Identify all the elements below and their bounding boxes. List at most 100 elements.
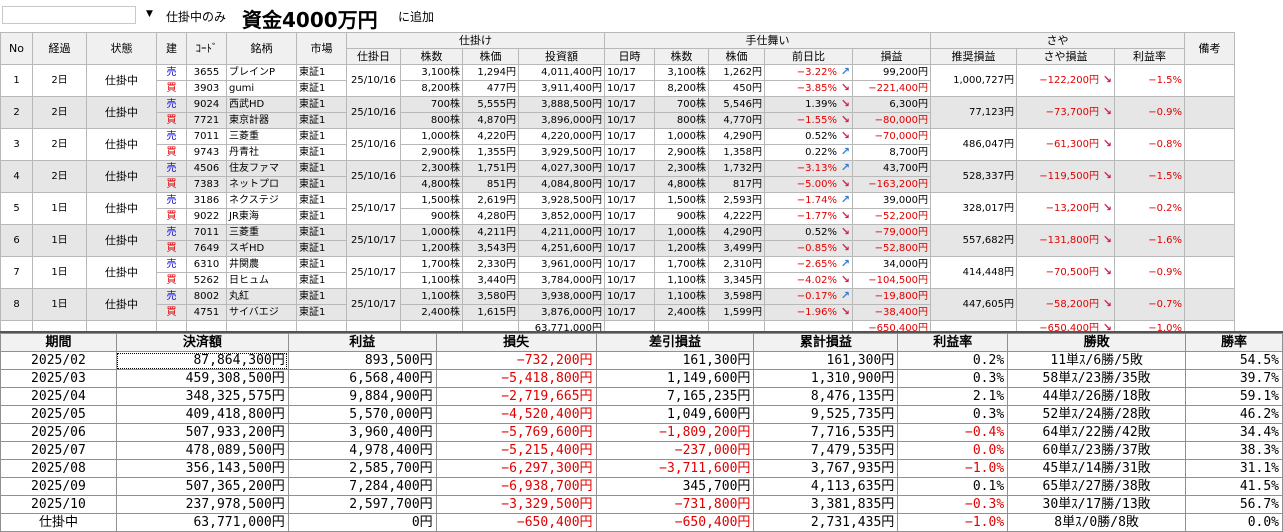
summary-settled: 507,933,200円 [115, 423, 289, 442]
row-entry-price: 1,294円 [462, 64, 519, 81]
summary-rate: −1.0% [897, 459, 1009, 478]
summary-col-win-rate[interactable]: 勝率 [1185, 333, 1283, 352]
row-notes[interactable] [1184, 160, 1235, 193]
summary-net: −237,000円 [595, 441, 755, 460]
summary-cumulative: 4,113,635円 [753, 477, 899, 496]
summary-row[interactable]: 2025/03 459,308,500円 6,568,400円 −5,418,800円… [0, 369, 1283, 388]
col-notes[interactable]: 備考 [1184, 32, 1235, 65]
table-row[interactable]: 4 2日 仕掛中売 4506 住友ファマ 東証1 25/10/16 2,300株 1,751円 4… [0, 160, 1235, 193]
summary-loss: −4,520,400円 [435, 405, 597, 424]
col-exit-date[interactable]: 日時 [604, 48, 655, 65]
col-profit-rate[interactable]: 利益率 [1114, 48, 1185, 65]
row-status: 仕掛中 [86, 64, 157, 97]
row-market: 東証1 [296, 288, 347, 305]
row-notes[interactable] [1184, 96, 1235, 129]
col-spread-pnl[interactable]: さや損益 [1016, 48, 1115, 65]
row-exit-shares: 2,300株 [654, 160, 709, 177]
toolbar: ▼ 仕掛中のみ に追加 資金4000万円 [0, 0, 1283, 32]
col-pnl[interactable]: 損益 [852, 48, 931, 65]
row-investment: 4,251,600円 [518, 240, 605, 257]
row-spread-pnl: −119,500円 ↘ [1016, 160, 1115, 193]
table-row[interactable]: 5 1日 仕掛中売 3186 ネクステジ 東証1 25/10/17 1,500株 2,619円 3… [0, 192, 1235, 225]
col-entry-shares[interactable]: 株数 [400, 48, 463, 65]
col-exit-price[interactable]: 株価 [708, 48, 765, 65]
col-market[interactable]: 市場 [296, 32, 347, 65]
add-button[interactable]: に追加 [398, 8, 434, 25]
row-spread-pnl: −131,800円 ↘ [1016, 224, 1115, 257]
summary-period: 2025/10 [0, 495, 117, 514]
summary-col-cumulative[interactable]: 累計損益 [753, 333, 899, 352]
row-entry-price: 1,615円 [462, 304, 519, 321]
summary-row[interactable]: 仕掛中 63,771,000円 0円 −650,400円 −650,400円 2,731,… [0, 513, 1283, 532]
table-row[interactable]: 7 1日 仕掛中売 6310 井関農 東証1 25/10/17 1,700株 2,330円 3,9… [0, 256, 1235, 289]
row-no: 8 [0, 288, 33, 321]
summary-rate: 0.2% [897, 351, 1009, 370]
summary-col-net[interactable]: 差引損益 [595, 333, 755, 352]
row-market: 東証1 [296, 128, 347, 145]
summary-col-period[interactable]: 期間 [0, 333, 117, 352]
table-row[interactable]: 1 2日 仕掛中売 3655 ブレインP 東証1 25/10/16 3,100株 1,294円 4… [0, 64, 1235, 97]
col-no[interactable]: No [0, 32, 33, 65]
summary-record: 8単ｽ/0勝/8敗 [1007, 513, 1187, 532]
row-notes[interactable] [1184, 256, 1235, 289]
row-entry-price: 3,543円 [462, 240, 519, 257]
row-exit-shares: 1,700株 [654, 256, 709, 273]
row-no: 7 [0, 256, 33, 289]
row-entry-price: 3,580円 [462, 288, 519, 305]
row-entry-date: 25/10/16 [346, 160, 401, 193]
table-row[interactable]: 6 1日 仕掛中売 7011 三菱重 東証1 25/10/17 1,000株 4,211円 4,2… [0, 224, 1235, 257]
summary-row[interactable]: 2025/02 87,864,300円 893,500円 −732,200円 161,3… [0, 351, 1283, 370]
filter-box[interactable] [2, 6, 136, 24]
caret-down-icon[interactable]: ▼ [146, 9, 153, 19]
row-notes[interactable] [1184, 224, 1235, 257]
col-status[interactable]: 状態 [86, 32, 157, 65]
filter-label[interactable]: 仕掛中のみ [166, 8, 226, 25]
summary-col-rate[interactable]: 利益率 [897, 333, 1009, 352]
table-row[interactable]: 2 2日 仕掛中売 9024 西武HD 東証1 25/10/16 700株 5,555円 3,88… [0, 96, 1235, 129]
row-entry-shares: 4,800株 [400, 176, 463, 193]
summary-row[interactable]: 2025/04 348,325,575円 9,884,900円 −2,719,665円… [0, 387, 1283, 406]
col-recommended-pnl[interactable]: 推奨損益 [930, 48, 1017, 65]
summary-row[interactable]: 2025/05 409,418,800円 5,570,000円 −4,520,400円… [0, 405, 1283, 424]
row-entry-price: 4,870円 [462, 112, 519, 129]
summary-col-loss[interactable]: 損失 [435, 333, 597, 352]
row-side: 売 [156, 128, 187, 145]
row-entry-shares: 2,900株 [400, 144, 463, 161]
row-notes[interactable] [1184, 288, 1235, 321]
summary-row[interactable]: 2025/10 237,978,500円 2,597,700円 −3,329,500円… [0, 495, 1283, 514]
summary-row[interactable]: 2025/07 478,089,500円 4,978,400円 −5,215,400円… [0, 441, 1283, 460]
arrow-down-icon: ↘ [836, 209, 850, 223]
row-notes[interactable] [1184, 192, 1235, 225]
row-name: ネクステジ [226, 192, 297, 209]
row-recommended-pnl: 447,605円 [930, 288, 1017, 321]
col-name[interactable]: 銘柄 [226, 32, 297, 65]
col-day-change[interactable]: 前日比 [764, 48, 853, 65]
summary-col-record[interactable]: 勝敗 [1007, 333, 1187, 352]
row-side: 買 [156, 80, 187, 97]
col-entry-date[interactable]: 仕掛日 [346, 48, 401, 65]
summary-row[interactable]: 2025/08 356,143,500円 2,585,700円 −6,297,300円… [0, 459, 1283, 478]
row-day-change: 1.39% ↘ [764, 96, 853, 113]
summary-row[interactable]: 2025/09 507,365,200円 7,284,400円 −6,938,700円… [0, 477, 1283, 496]
col-elapsed[interactable]: 経過 [32, 32, 87, 65]
summary-row[interactable]: 2025/06 507,933,200円 3,960,400円 −5,769,600円… [0, 423, 1283, 442]
col-code[interactable]: ｺｰﾄﾞ [186, 32, 227, 65]
table-row[interactable]: 8 1日 仕掛中売 8002 丸紅 東証1 25/10/17 1,100株 3,580円 3,93… [0, 288, 1235, 321]
day-change-value: −3.22% [796, 67, 837, 78]
row-market: 東証1 [296, 96, 347, 113]
col-entry-price[interactable]: 株価 [462, 48, 519, 65]
row-entry-date: 25/10/17 [346, 256, 401, 289]
row-notes[interactable] [1184, 128, 1235, 161]
summary-col-profit[interactable]: 利益 [287, 333, 437, 352]
col-side[interactable]: 建 [156, 32, 187, 65]
row-code: 9024 [186, 96, 227, 113]
col-exit-shares[interactable]: 株数 [654, 48, 709, 65]
table-row[interactable]: 3 2日 仕掛中売 7011 三菱重 東証1 25/10/16 1,000株 4,220円 4,2… [0, 128, 1235, 161]
row-code: 7011 [186, 128, 227, 145]
col-investment[interactable]: 投資額 [518, 48, 605, 65]
row-investment: 3,784,000円 [518, 272, 605, 289]
summary-col-settled[interactable]: 決済額 [115, 333, 289, 352]
row-day-change: −4.02% ↘ [764, 272, 853, 289]
row-code: 9022 [186, 208, 227, 225]
row-notes[interactable] [1184, 64, 1235, 97]
